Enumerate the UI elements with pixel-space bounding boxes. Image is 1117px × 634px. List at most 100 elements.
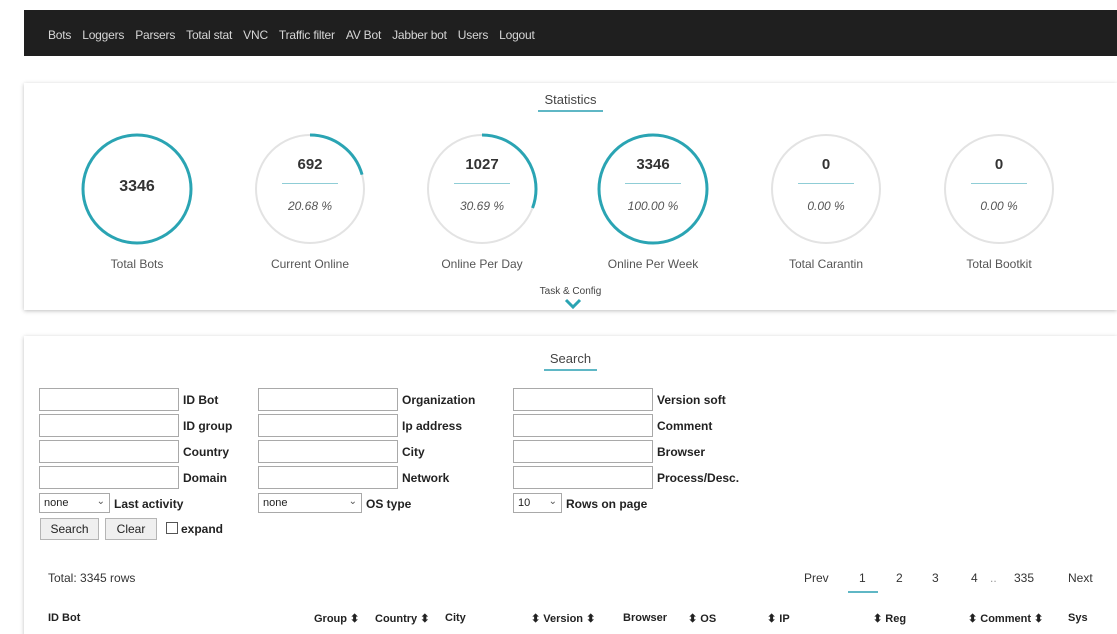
stat-percent: 30.69 % bbox=[459, 199, 505, 213]
chevron-down-icon: ⌄ bbox=[96, 496, 105, 507]
search-button[interactable]: Search bbox=[40, 518, 99, 540]
task-config-label[interactable]: Task & Config bbox=[24, 286, 1117, 297]
pager-prev[interactable]: Prev bbox=[804, 571, 829, 585]
col-comment[interactable]: ⬍ Comment ⬍ bbox=[968, 612, 1043, 625]
nav-users[interactable]: Users bbox=[458, 28, 489, 42]
rows-on-page-select[interactable]: 10 ⌄ bbox=[513, 493, 562, 513]
stat-ring bbox=[254, 133, 366, 245]
stat-label: Total Bots bbox=[110, 257, 164, 271]
chevron-down-icon[interactable] bbox=[564, 298, 582, 310]
city-label: City bbox=[402, 445, 425, 459]
version-soft-label: Version soft bbox=[657, 393, 726, 407]
stat-label: Current Online bbox=[270, 257, 350, 271]
comment-input[interactable] bbox=[513, 414, 653, 437]
nav-vnc[interactable]: VNC bbox=[243, 28, 268, 42]
chevron-down-icon: ⌄ bbox=[348, 496, 357, 507]
stat-divider bbox=[454, 183, 510, 184]
stat-value: 0 bbox=[994, 156, 1004, 173]
stat-total-bots: 3346 Total Bots bbox=[77, 130, 197, 271]
comment-label: Comment bbox=[657, 419, 713, 433]
stat-label: Online Per Day bbox=[441, 257, 523, 271]
statistics-title: Statistics bbox=[24, 92, 1117, 112]
nav-logout[interactable]: Logout bbox=[499, 28, 535, 42]
stat-divider bbox=[798, 183, 854, 184]
pager-page-last[interactable]: 335 bbox=[1014, 571, 1034, 585]
stat-value: 692 bbox=[297, 156, 323, 173]
browser-input[interactable] bbox=[513, 440, 653, 463]
stat-value: 0 bbox=[821, 156, 831, 173]
pager-active-indicator bbox=[848, 591, 878, 593]
stat-percent: 0.00 % bbox=[807, 199, 845, 213]
stat-value: 3346 bbox=[119, 178, 155, 195]
stat-ring bbox=[944, 134, 1054, 244]
col-reg[interactable]: ⬍ Reg bbox=[873, 612, 906, 625]
organization-label: Organization bbox=[402, 393, 476, 407]
stat-value: 3346 bbox=[636, 156, 670, 173]
col-sys[interactable]: Sys bbox=[1068, 612, 1088, 624]
col-ip[interactable]: ⬍ IP bbox=[767, 612, 790, 625]
process-input[interactable] bbox=[513, 466, 653, 489]
col-group[interactable]: Group ⬍ bbox=[314, 612, 359, 625]
id-bot-input[interactable] bbox=[39, 388, 179, 411]
country-label: Country bbox=[183, 445, 229, 459]
stat-percent: 100.00 % bbox=[627, 199, 679, 213]
id-group-input[interactable] bbox=[39, 414, 179, 437]
pager-page-2[interactable]: 2 bbox=[896, 571, 903, 585]
last-activity-select[interactable]: none ⌄ bbox=[39, 493, 110, 513]
search-title: Search bbox=[24, 351, 1117, 371]
chevron-down-icon: ⌄ bbox=[548, 496, 557, 507]
network-label: Network bbox=[402, 471, 450, 485]
os-type-label: OS type bbox=[366, 497, 412, 511]
stat-total-bootkit: 0 0.00 % Total Bootkit bbox=[939, 130, 1059, 271]
clear-button[interactable]: Clear bbox=[105, 518, 157, 540]
nav-parsers[interactable]: Parsers bbox=[135, 28, 175, 42]
domain-input[interactable] bbox=[39, 466, 179, 489]
nav-loggers[interactable]: Loggers bbox=[82, 28, 124, 42]
statistics-panel: Statistics 3346 Total Bots 692 20.68 % C… bbox=[24, 83, 1117, 310]
stat-current-online: 692 20.68 % Current Online bbox=[250, 130, 370, 271]
pager-page-1[interactable]: 1 bbox=[859, 571, 866, 585]
stat-ring bbox=[771, 134, 881, 244]
id-bot-label: ID Bot bbox=[183, 393, 219, 407]
last-activity-label: Last activity bbox=[114, 497, 184, 511]
col-city[interactable]: City bbox=[445, 612, 466, 624]
nav-traffic-filter[interactable]: Traffic filter bbox=[279, 28, 335, 42]
stat-divider bbox=[971, 183, 1027, 184]
total-rows: Total: 3345 rows bbox=[48, 571, 136, 585]
nav-bots[interactable]: Bots bbox=[48, 28, 71, 42]
pager-ellipsis: .. bbox=[990, 571, 997, 585]
pager-next[interactable]: Next bbox=[1068, 571, 1093, 585]
stat-ring bbox=[597, 133, 709, 245]
country-input[interactable] bbox=[39, 440, 179, 463]
stat-percent: 20.68 % bbox=[287, 199, 333, 213]
city-input[interactable] bbox=[258, 440, 398, 463]
stat-label: Total Bootkit bbox=[966, 257, 1032, 271]
col-version[interactable]: ⬍ Version ⬍ bbox=[531, 612, 595, 625]
organization-input[interactable] bbox=[258, 388, 398, 411]
stat-label: Total Carantin bbox=[788, 257, 864, 271]
stat-online-per-week: 3346 100.00 % Online Per Week bbox=[593, 130, 713, 271]
col-id-bot[interactable]: ID Bot bbox=[48, 612, 80, 624]
nav-jabber-bot[interactable]: Jabber bot bbox=[392, 28, 447, 42]
version-soft-input[interactable] bbox=[513, 388, 653, 411]
process-label: Process/Desc. bbox=[657, 471, 740, 485]
stat-percent: 0.00 % bbox=[980, 199, 1018, 213]
network-input[interactable] bbox=[258, 466, 398, 489]
col-country[interactable]: Country ⬍ bbox=[375, 612, 429, 625]
id-group-label: ID group bbox=[183, 419, 233, 433]
domain-label: Domain bbox=[183, 471, 228, 485]
stat-online-per-day: 1027 30.69 % Online Per Day bbox=[422, 130, 542, 271]
nav-total-stat[interactable]: Total stat bbox=[186, 28, 232, 42]
expand-checkbox[interactable] bbox=[166, 522, 178, 534]
stat-total-carantin: 0 0.00 % Total Carantin bbox=[766, 130, 886, 271]
ip-address-label: Ip address bbox=[402, 419, 463, 433]
rows-on-page-label: Rows on page bbox=[566, 497, 648, 511]
pager-page-3[interactable]: 3 bbox=[932, 571, 939, 585]
col-browser[interactable]: Browser bbox=[623, 612, 667, 624]
col-os[interactable]: ⬍ OS bbox=[688, 612, 716, 625]
ip-address-input[interactable] bbox=[258, 414, 398, 437]
os-type-select[interactable]: none ⌄ bbox=[258, 493, 362, 513]
nav-av-bot[interactable]: AV Bot bbox=[346, 28, 381, 42]
stat-divider bbox=[625, 183, 681, 184]
pager-page-4[interactable]: 4 bbox=[971, 571, 978, 585]
